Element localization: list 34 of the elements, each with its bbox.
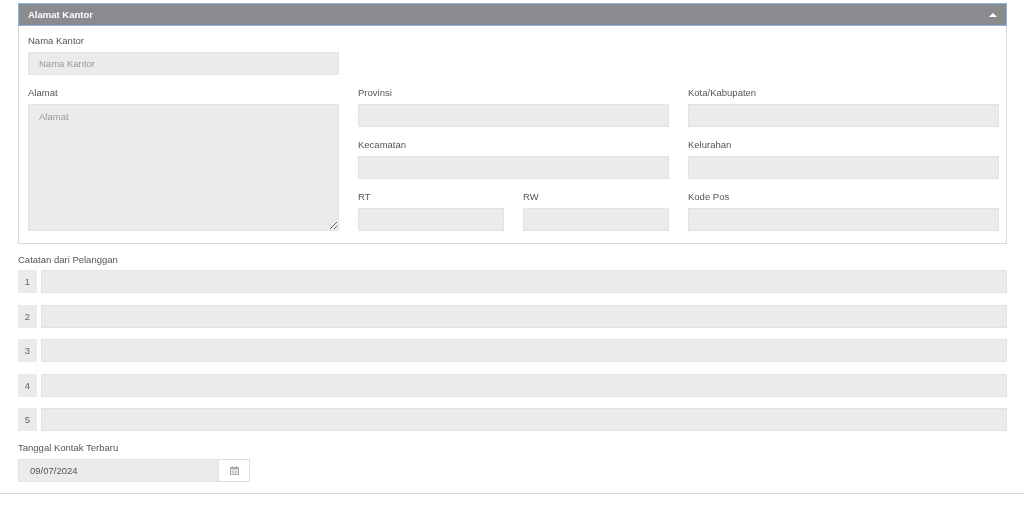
line-number: 1 <box>18 270 37 293</box>
input-field[interactable] <box>358 208 504 231</box>
line-number: 4 <box>18 373 37 397</box>
field-label: RT <box>358 191 372 203</box>
line-number: 3 <box>18 339 37 362</box>
section-label: Catatan dari Pelanggan <box>18 254 119 266</box>
line-number: 5 <box>18 408 37 431</box>
input-field[interactable] <box>41 373 1007 397</box>
input-field[interactable] <box>41 408 1007 431</box>
input-field[interactable]: Nama Kantor <box>28 52 339 75</box>
field-label: Tanggal Kontak Terbaru <box>18 441 120 454</box>
input-field[interactable] <box>358 104 669 127</box>
input-field[interactable] <box>523 208 669 231</box>
field-label: Nama Kantor <box>28 35 85 47</box>
calendar-icon <box>229 465 239 475</box>
field-label: Kelurahan <box>688 139 733 151</box>
field-label: Alamat <box>28 87 59 99</box>
calendar-button[interactable] <box>219 458 250 482</box>
field-label: Provinsi <box>358 87 393 99</box>
input-field[interactable] <box>688 208 999 231</box>
input-field[interactable] <box>41 304 1007 328</box>
input-field[interactable] <box>358 156 669 179</box>
line-number: 2 <box>18 304 37 328</box>
input-field[interactable] <box>688 156 999 179</box>
field-label: RW <box>523 191 540 203</box>
panel-title: Alamat Kantor <box>28 9 93 20</box>
textarea-field[interactable]: Alamat <box>28 104 339 231</box>
field-label: Kode Pos <box>688 191 731 203</box>
date-field[interactable]: 09/07/2024 <box>18 458 219 482</box>
input-field[interactable] <box>41 270 1007 293</box>
input-field[interactable] <box>41 339 1007 362</box>
field-label: Kecamatan <box>358 139 408 151</box>
input-field[interactable] <box>688 104 999 127</box>
field-label: Kota/Kabupaten <box>688 87 758 99</box>
